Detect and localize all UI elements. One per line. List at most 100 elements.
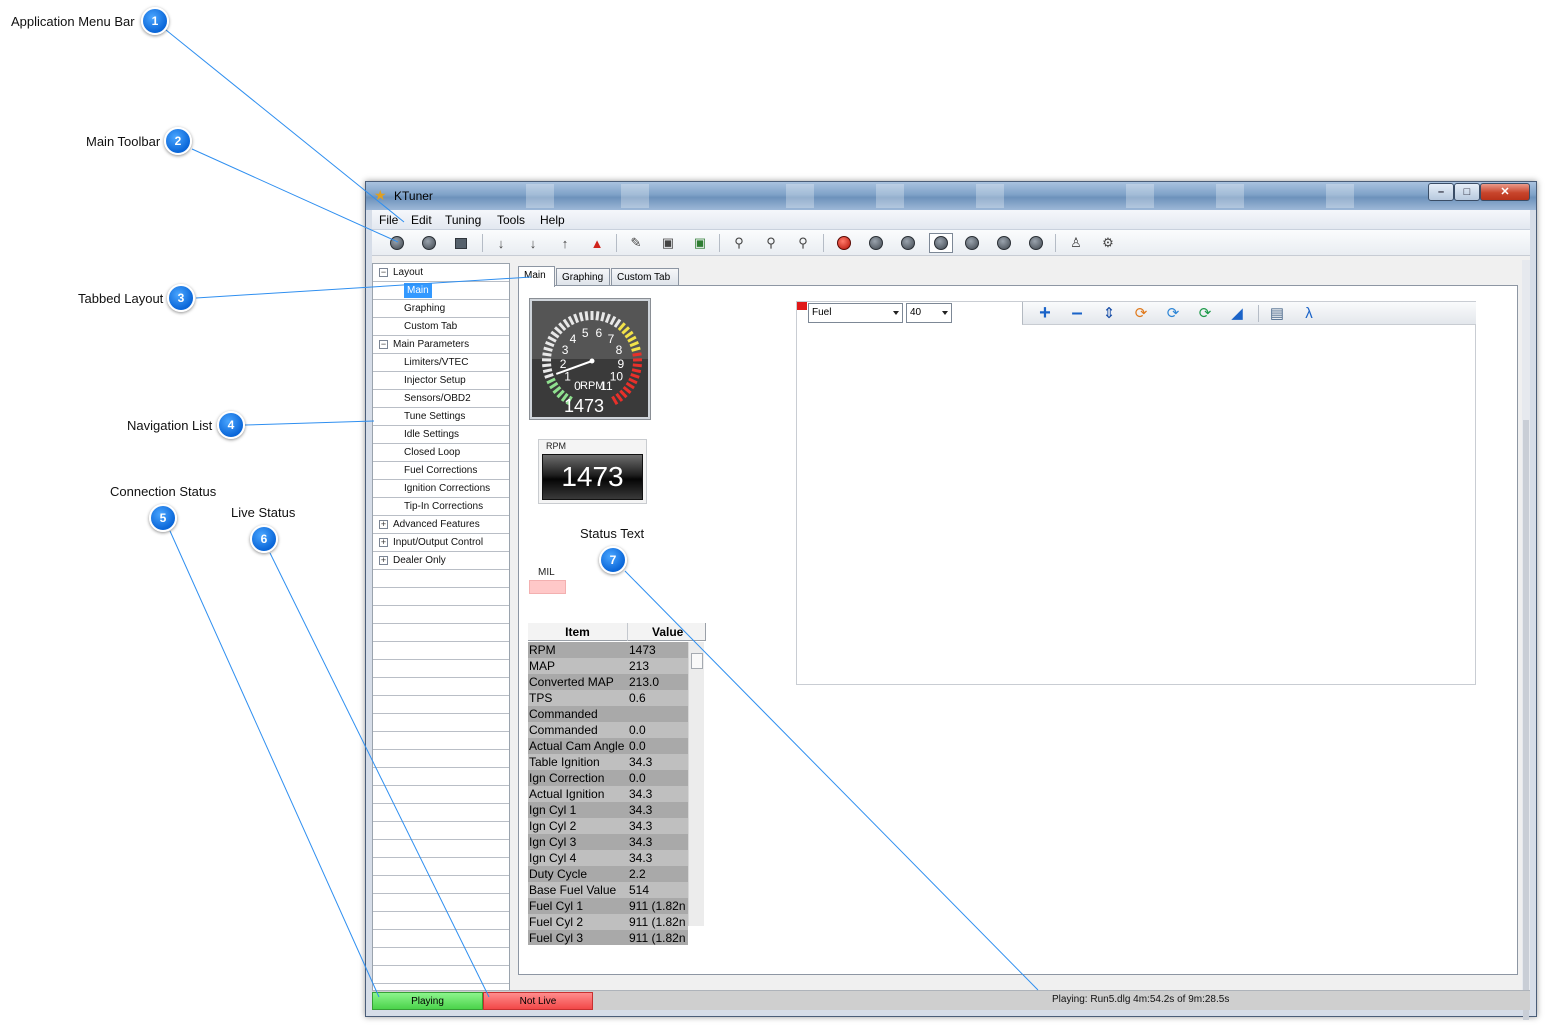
download-icon[interactable]: ↓ xyxy=(491,234,511,252)
skip-forward-icon[interactable] xyxy=(1026,234,1046,252)
menu-tuning[interactable]: Tuning xyxy=(445,213,481,227)
grid-row[interactable]: Duty Cycle 2.2 xyxy=(528,866,688,882)
nav-item[interactable]: Injector Setup xyxy=(373,372,509,390)
map-zoom-select[interactable]: 40 xyxy=(906,303,952,323)
grid-row[interactable]: Ign Cyl 2 34.3 xyxy=(528,818,688,834)
grid-row[interactable]: Base Fuel Value 514 xyxy=(528,882,688,898)
minus-icon[interactable]: – xyxy=(1066,302,1088,324)
tab-custom[interactable]: Custom Tab xyxy=(611,268,679,286)
menu-tools[interactable]: Tools xyxy=(497,213,525,227)
nav-item[interactable]: Main xyxy=(373,282,509,300)
nav-item[interactable]: Limiters/VTEC xyxy=(373,354,509,372)
close-button[interactable]: ✕ xyxy=(1480,183,1530,201)
nav-item[interactable]: Idle Settings xyxy=(373,426,509,444)
connect-icon[interactable] xyxy=(419,234,439,252)
tab-graphing[interactable]: Graphing xyxy=(556,268,610,286)
grid-row[interactable]: Fuel Cyl 2 911 (1.82n xyxy=(528,914,688,930)
reset-icon[interactable]: ⟳ xyxy=(1194,304,1216,322)
grid-row[interactable]: Actual Ignition 34.3 xyxy=(528,786,688,802)
menu-help[interactable]: Help xyxy=(540,213,565,227)
menu-file[interactable]: File xyxy=(379,213,398,227)
gauge-tick-mark xyxy=(631,368,642,374)
zoom-out-icon[interactable]: ⚲ xyxy=(793,234,813,252)
expand-icon[interactable]: + xyxy=(379,520,388,529)
pause-icon[interactable] xyxy=(962,234,982,252)
chevron-down-icon xyxy=(942,311,948,315)
nav-item[interactable]: − Main Parameters xyxy=(373,336,509,354)
grid-row[interactable]: Table Ignition 34.3 xyxy=(528,754,688,770)
nav-item[interactable]: − Layout xyxy=(373,264,509,282)
nav-item[interactable]: + Dealer Only xyxy=(373,552,509,570)
gear-icon[interactable]: ⚙ xyxy=(1098,234,1118,252)
nav-empty-row xyxy=(373,876,509,894)
search-icon[interactable]: ⚲ xyxy=(729,234,749,252)
record-icon[interactable] xyxy=(834,234,854,252)
table-icon[interactable]: ▤ xyxy=(1266,304,1288,322)
expand-icon[interactable]: + xyxy=(379,538,388,547)
refresh-icon[interactable]: ⟳ xyxy=(1162,304,1184,322)
expand-icon[interactable]: + xyxy=(379,556,388,565)
toolbar-separator xyxy=(616,234,617,252)
title-bar[interactable]: ★ KTuner – □ ✕ xyxy=(366,182,1536,210)
grid-scrollbar[interactable] xyxy=(688,642,704,926)
grid-row[interactable]: Ign Cyl 3 34.3 xyxy=(528,834,688,850)
nav-item[interactable]: Closed Loop xyxy=(373,444,509,462)
grid-header-value[interactable]: Value xyxy=(628,623,706,641)
title-bar-decoration xyxy=(526,184,554,208)
collapse-icon[interactable]: − xyxy=(379,340,388,349)
zoom-in-icon[interactable]: ⚲ xyxy=(761,234,781,252)
nav-item[interactable]: Graphing xyxy=(373,300,509,318)
minimize-button[interactable]: – xyxy=(1428,183,1454,201)
skip-back-icon[interactable] xyxy=(866,234,886,252)
nav-item[interactable]: Ignition Corrections xyxy=(373,480,509,498)
grid-header-item[interactable]: Item xyxy=(528,623,628,641)
upload-icon[interactable]: ↑ xyxy=(555,234,575,252)
user-icon[interactable]: ♙ xyxy=(1066,234,1086,252)
menu-edit[interactable]: Edit xyxy=(411,213,432,227)
grid-row[interactable]: Commanded xyxy=(528,706,688,722)
fast-forward-icon[interactable] xyxy=(994,234,1014,252)
window-scroll-thumb[interactable] xyxy=(1523,420,1529,1020)
nav-item[interactable]: Tune Settings xyxy=(373,408,509,426)
plus-icon[interactable]: + xyxy=(1034,302,1056,324)
device-icon[interactable] xyxy=(451,234,471,252)
lambda-icon[interactable]: λ xyxy=(1298,304,1320,322)
interpolate-icon[interactable]: ⇕ xyxy=(1098,304,1120,322)
navigation-list[interactable]: − Layout Main Graphing Custom Tab − Main Param… xyxy=(372,263,510,1008)
tab-main[interactable]: Main xyxy=(518,266,555,287)
edit-tune-icon[interactable]: ✎ xyxy=(626,234,646,252)
grid-row[interactable]: Actual Cam Angle 0.0 xyxy=(528,738,688,754)
grid-row[interactable]: Fuel Cyl 1 911 (1.82n xyxy=(528,898,688,914)
smooth-icon[interactable]: ⟳ xyxy=(1130,304,1152,322)
grid-row[interactable]: MAP 213 xyxy=(528,658,688,674)
nav-item[interactable]: + Advanced Features xyxy=(373,516,509,534)
grid-row[interactable]: Ign Cyl 1 34.3 xyxy=(528,802,688,818)
disconnect-icon[interactable] xyxy=(387,234,407,252)
grid-row[interactable]: TPS 0.6 xyxy=(528,690,688,706)
download-alt-icon[interactable]: ↓ xyxy=(523,234,543,252)
nav-item[interactable]: Fuel Corrections xyxy=(373,462,509,480)
play-icon[interactable] xyxy=(929,233,953,253)
nav-item[interactable]: Custom Tab xyxy=(373,318,509,336)
grid-scroll-thumb[interactable] xyxy=(691,653,703,669)
save-icon[interactable]: ▣ xyxy=(658,234,678,252)
graph-icon[interactable]: ◢ xyxy=(1226,304,1248,322)
warning-icon[interactable]: ▲ xyxy=(587,234,607,252)
grid-row[interactable]: Converted MAP 213.0 xyxy=(528,674,688,690)
datalog-grid[interactable]: Item Value RPM 1473 MAP 213 Converted MAP 213… xyxy=(528,623,706,945)
map-table-select[interactable]: Fuel xyxy=(808,303,903,323)
gauge-tick-mark xyxy=(542,363,552,368)
nav-item[interactable]: Sensors/OBD2 xyxy=(373,390,509,408)
grid-row[interactable]: Commanded 0.0 xyxy=(528,722,688,738)
grid-row[interactable]: Fuel Cyl 3 911 (1.82n xyxy=(528,930,688,945)
grid-row[interactable]: Ign Cyl 4 34.3 xyxy=(528,850,688,866)
save-as-icon[interactable]: ▣ xyxy=(690,234,710,252)
rewind-icon[interactable] xyxy=(898,234,918,252)
nav-item[interactable]: + Input/Output Control xyxy=(373,534,509,552)
grid-row[interactable]: RPM 1473 xyxy=(528,642,688,658)
window-scrollbar[interactable] xyxy=(1522,260,1530,1020)
collapse-icon[interactable]: − xyxy=(379,268,388,277)
grid-row[interactable]: Ign Correction 0.0 xyxy=(528,770,688,786)
maximize-button[interactable]: □ xyxy=(1454,183,1480,201)
nav-item[interactable]: Tip-In Corrections xyxy=(373,498,509,516)
